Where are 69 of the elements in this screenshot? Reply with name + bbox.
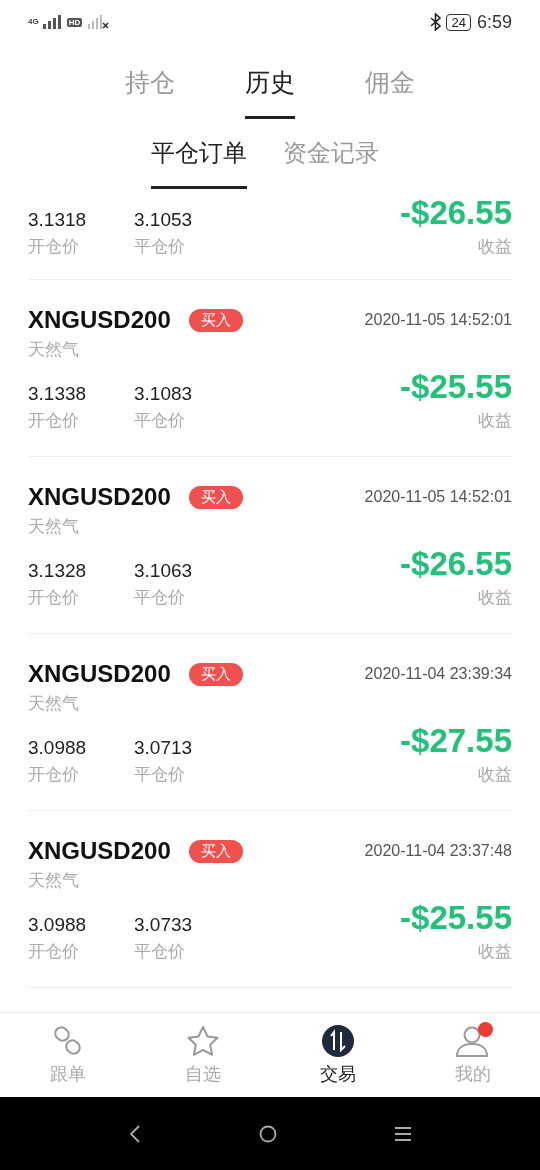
profit-amount: -$26.55 [400,544,512,584]
symbol-label: XNGUSD200 [28,660,171,688]
instrument-name: 天然气 [28,516,80,538]
trade-icon [320,1024,355,1058]
open-price-label: 开仓价 [28,410,80,432]
close-price: 3.1053 [134,208,194,232]
instrument-name: 天然气 [28,870,80,892]
battery-icon: 24 [446,13,471,31]
user-icon [454,1025,491,1057]
bluetooth-icon [430,13,443,31]
side-tag: 买入 [188,485,243,509]
profit-amount: -$25.55 [400,898,512,938]
open-price: 3.1338 [28,382,88,406]
open-price: 3.1328 [28,559,88,583]
side-tag: 买入 [188,308,243,332]
profit-label: 收益 [478,410,512,432]
side-tag: 买入 [188,662,243,686]
link-icon [51,1025,84,1057]
close-price-label: 平仓价 [134,410,186,432]
order-time: 2020-11-04 23:39:34 [364,665,512,683]
order-time: 2020-11-05 14:52:01 [364,311,512,329]
hd-badge: HD [66,17,83,27]
star-icon [185,1025,220,1057]
symbol-label: XNGUSD200 [28,306,171,334]
open-price: 3.0988 [28,913,88,937]
profit-label: 收益 [478,236,512,258]
back-icon[interactable] [129,1124,141,1143]
clock-time: 6:59 [476,11,512,33]
close-price-label: 平仓价 [134,236,186,258]
instrument-name: 天然气 [28,693,80,715]
nav-item[interactable]: 跟单 [0,1013,135,1097]
tab[interactable]: 佣金 [365,66,415,119]
profit-label: 收益 [478,941,512,963]
open-price-label: 开仓价 [28,941,80,963]
profit-label: 收益 [478,764,512,786]
profit-amount: -$26.55 [400,193,512,233]
close-price: 3.0713 [134,736,194,760]
order-time: 2020-11-04 23:37:48 [364,842,512,860]
symbol-label: XNGUSD200 [28,483,171,511]
close-price: 3.1063 [134,559,194,583]
close-price-label: 平仓价 [134,941,186,963]
nav-item[interactable]: 我的 [405,1013,540,1097]
home-icon[interactable] [259,1124,277,1143]
symbol-label: XNGUSD200 [28,837,171,865]
network-label: 4G [28,17,39,26]
close-price: 3.1083 [134,382,194,406]
profit-label: 收益 [478,587,512,609]
close-price: 3.0733 [134,913,194,937]
nav-item[interactable]: 自选 [135,1013,270,1097]
open-price-label: 开仓价 [28,587,80,609]
nav-item[interactable]: 交易 [270,1013,405,1097]
menu-icon[interactable] [395,1126,411,1141]
instrument-name: 天然气 [28,339,80,361]
tab[interactable]: 历史 [245,66,295,119]
open-price-label: 开仓价 [28,236,80,258]
order-time: 2020-11-05 14:52:01 [364,488,512,506]
close-price-label: 平仓价 [134,764,186,786]
close-price-label: 平仓价 [134,587,186,609]
open-price: 3.0988 [28,736,88,760]
signal-icon [42,15,61,29]
profit-amount: -$27.55 [400,721,512,761]
side-tag: 买入 [188,839,243,863]
tab[interactable]: 资金记录 [283,137,379,189]
tab[interactable]: 持仓 [125,66,175,119]
no-signal-icon [88,15,111,29]
tab[interactable]: 平仓订单 [151,137,247,189]
profit-amount: -$25.55 [400,367,512,407]
open-price: 3.1318 [28,208,88,232]
open-price-label: 开仓价 [28,764,80,786]
